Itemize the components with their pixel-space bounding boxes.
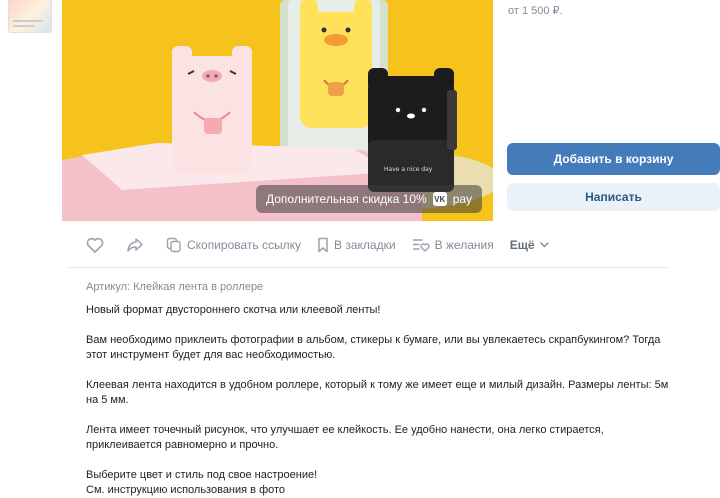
bookmark-label: В закладки [334, 238, 396, 252]
description-paragraph: Новый формат двустороннего скотча или кл… [86, 304, 381, 316]
copy-link-label: Скопировать ссылку [187, 238, 302, 252]
description-paragraph: Лента имеет точечный рисунок, что улучша… [86, 424, 604, 451]
discount-label: Дополнительная скидка 10% [266, 192, 427, 206]
copy-link-button[interactable]: Скопировать ссылку [166, 237, 301, 253]
description-paragraph: Вам необходимо приклеить фотографии в ал… [86, 334, 661, 361]
article-label: Артикул: Клейкая лента в роллере [86, 281, 264, 293]
add-to-cart-button[interactable]: Добавить в корзину [507, 143, 720, 175]
wishlist-label: В желания [434, 238, 494, 252]
price-label: от 1 500 ₽. [508, 5, 563, 17]
write-button[interactable]: Написать [507, 183, 720, 211]
thumbnail-image [9, 0, 51, 32]
action-bar: Скопировать ссылку В закладки В желания … [86, 234, 565, 256]
share-arrow-icon [127, 238, 143, 252]
copy-icon [166, 237, 181, 253]
discount-badge[interactable]: Дополнительная скидка 10% VK pay [256, 185, 483, 213]
wishlist-icon [412, 239, 430, 252]
bookmark-button[interactable]: В закладки [317, 237, 396, 253]
thumbnail-text-line [13, 25, 35, 27]
wishlist-button[interactable]: В желания [412, 237, 494, 253]
pay-label: pay [452, 192, 473, 206]
more-menu-button[interactable]: Ещё [510, 238, 549, 252]
heart-icon [86, 237, 104, 253]
thumbnail-text-line [13, 20, 43, 22]
like-button[interactable] [86, 237, 104, 253]
share-button[interactable] [126, 237, 144, 253]
bookmark-icon [318, 237, 328, 253]
photo-caption: Have a nice day [384, 166, 433, 173]
description-paragraph: См. инструкцию использования в фото [86, 484, 286, 496]
description-paragraph: Клеевая лента находится в удобном роллер… [86, 379, 669, 406]
product-description: Новый формат двустороннего скотча или кл… [86, 303, 676, 498]
section-divider [68, 267, 668, 268]
chevron-down-icon [539, 242, 549, 248]
gallery-thumbnail[interactable] [8, 0, 52, 33]
vk-logo-icon: VK [432, 192, 447, 206]
more-label: Ещё [509, 238, 535, 252]
description-paragraph: Выберите цвет и стиль под свое настроени… [86, 469, 318, 481]
